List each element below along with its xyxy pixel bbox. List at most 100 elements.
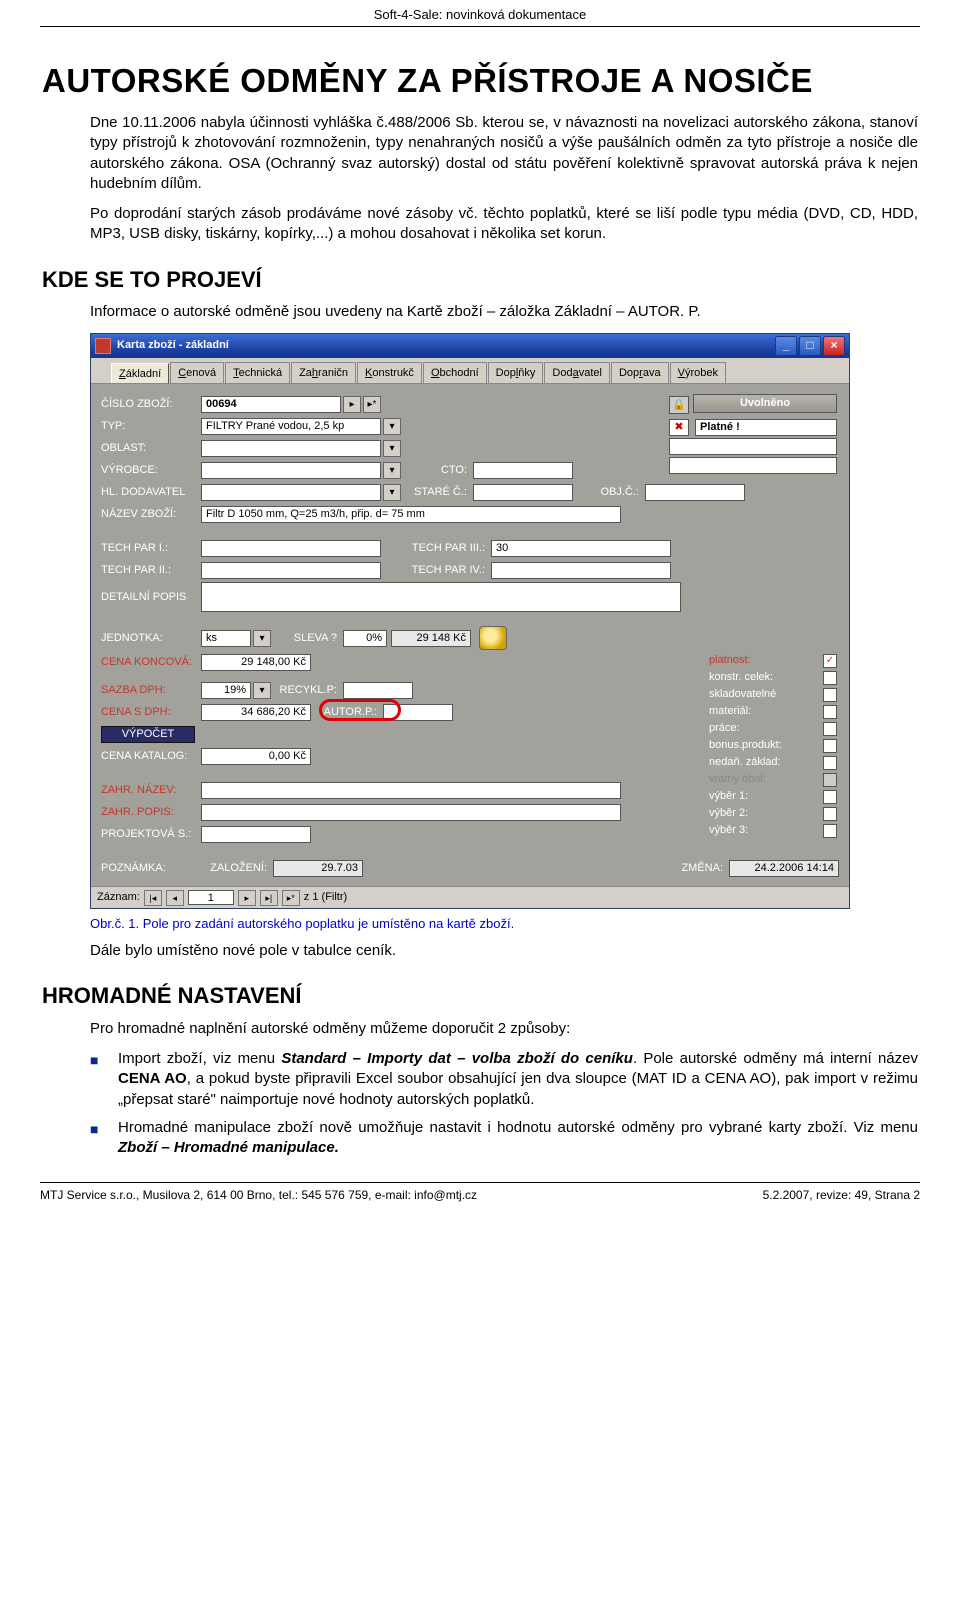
- vypocet-button[interactable]: VÝPOČET: [101, 726, 195, 743]
- status-field-2[interactable]: [669, 457, 837, 474]
- bullet-2: Hromadné manipulace zboží nově umožňuje …: [90, 1118, 918, 1159]
- lbl-vratny: vratný obal:: [709, 772, 766, 787]
- form-area: 🔒 Uvolněno ✖ Platné ! ČÍSLO ZBOŽÍ: 00694…: [91, 383, 849, 886]
- oblast-dropdown-icon[interactable]: ▾: [383, 440, 401, 457]
- tp4-input[interactable]: [491, 562, 671, 579]
- autor-input[interactable]: [383, 704, 453, 721]
- lbl-zaloz: ZALOŽENÍ:: [201, 861, 273, 876]
- hldod-dropdown-icon[interactable]: ▾: [383, 484, 401, 501]
- lbl-prace: práce:: [709, 721, 740, 736]
- tab-zahranicn[interactable]: Zahraničn: [291, 362, 356, 384]
- nazev-input[interactable]: Filtr D 1050 mm, Q=25 m3/h, přip. d= 75 …: [201, 506, 621, 523]
- stare-input[interactable]: [473, 484, 573, 501]
- katalog-input[interactable]: 0,00 Kč: [201, 748, 311, 765]
- chk-platnost[interactable]: [823, 654, 837, 668]
- lbl-sklad: skladovatelné: [709, 687, 776, 702]
- tab-doprava[interactable]: Doprava: [611, 362, 669, 384]
- heading-kde: KDE SE TO PROJEVÍ: [42, 265, 918, 295]
- nav-next-icon[interactable]: ▸*: [363, 396, 381, 413]
- detail-input[interactable]: [201, 582, 681, 612]
- lbl-dph: SAZBA DPH:: [101, 683, 201, 698]
- lbl-tp3: TECH PAR III.:: [381, 541, 491, 556]
- tab-vyrobek[interactable]: Výrobek: [670, 362, 726, 384]
- tab-doplnky[interactable]: Doplňky: [488, 362, 544, 384]
- lbl-zmena: ZMĚNA:: [657, 861, 729, 876]
- zp-input[interactable]: [201, 804, 621, 821]
- tp3-input[interactable]: 30: [491, 540, 671, 557]
- page-footer: MTJ Service s.r.o., Musilova 2, 614 00 B…: [40, 1182, 920, 1217]
- app-window: Karta zboží - základní _ □ × Základní Ce…: [90, 333, 850, 910]
- chk-bonus[interactable]: [823, 739, 837, 753]
- status-field-1[interactable]: [669, 438, 837, 455]
- platne-status: Platné !: [695, 419, 837, 436]
- lbl-sleva: SLEVA ?: [271, 631, 343, 646]
- nav-prev-button[interactable]: ◂: [166, 890, 184, 906]
- chk-sklad[interactable]: [823, 688, 837, 702]
- lbl-recykl: RECYKL.P:: [271, 683, 343, 698]
- zn-input[interactable]: [201, 782, 621, 799]
- oblast-input[interactable]: [201, 440, 381, 457]
- uvolneno-button[interactable]: Uvolněno: [693, 394, 837, 413]
- chk-v2[interactable]: [823, 807, 837, 821]
- tab-dodavatel[interactable]: Dodavatel: [544, 362, 610, 384]
- objc-input[interactable]: [645, 484, 745, 501]
- zaloz-field: 29.7.03: [273, 860, 363, 877]
- nav-new-button[interactable]: ▸*: [282, 890, 300, 906]
- chk-prace[interactable]: [823, 722, 837, 736]
- koncova-input[interactable]: 29 148,00 Kč: [201, 654, 311, 671]
- maximize-button[interactable]: □: [799, 336, 821, 356]
- nav-prev-icon[interactable]: ▸: [343, 396, 361, 413]
- proj-input[interactable]: [201, 826, 311, 843]
- sdph-input[interactable]: 34 686,20 Kč: [201, 704, 311, 721]
- lbl-tp1: TECH PAR I.:: [101, 541, 201, 556]
- lock-icon: 🔒: [669, 396, 689, 414]
- lbl-platnost: platnost:: [709, 653, 751, 668]
- vyrobce-dropdown-icon[interactable]: ▾: [383, 462, 401, 479]
- chk-kcelek[interactable]: [823, 671, 837, 685]
- cislo-input[interactable]: 00694: [201, 396, 341, 413]
- nav-last-button[interactable]: ▸|: [260, 890, 278, 906]
- dph-input[interactable]: 19%: [201, 682, 251, 699]
- kde-text: Informace o autorské odměně jsou uvedeny…: [90, 302, 918, 322]
- intro-para-2: Po doprodání starých zásob prodáváme nov…: [90, 204, 918, 245]
- chk-v1[interactable]: [823, 790, 837, 804]
- window-title: Karta zboží - základní: [117, 338, 229, 353]
- tp1-input[interactable]: [201, 540, 381, 557]
- jednotka-dropdown-icon[interactable]: ▾: [253, 630, 271, 647]
- tab-obchodni[interactable]: Obchodní: [423, 362, 487, 384]
- typ-input[interactable]: FILTRY Prané vodou, 2,5 kp: [201, 418, 381, 435]
- tab-zakladni[interactable]: Základní: [111, 363, 169, 385]
- minimize-button[interactable]: _: [775, 336, 797, 356]
- lbl-katalog: CENA KATALOG:: [101, 749, 201, 764]
- chk-nedan[interactable]: [823, 756, 837, 770]
- nav-next-button[interactable]: ▸: [238, 890, 256, 906]
- app-icon: [95, 338, 111, 354]
- nav-first-button[interactable]: |◂: [144, 890, 162, 906]
- lbl-tp2: TECH PAR II.:: [101, 563, 201, 578]
- lbl-detail: DETAILNÍ POPIS: [101, 590, 201, 605]
- sleva-input[interactable]: 0%: [343, 630, 387, 647]
- lbl-hldod: HL. DODAVATEL: [101, 485, 201, 500]
- vyrobce-input[interactable]: [201, 462, 381, 479]
- lbl-tp4: TECH PAR IV.:: [381, 563, 491, 578]
- footer-left: MTJ Service s.r.o., Musilova 2, 614 00 B…: [40, 1187, 477, 1203]
- hldod-input[interactable]: [201, 484, 381, 501]
- jednotka-input[interactable]: ks: [201, 630, 251, 647]
- tab-technicka[interactable]: Technická: [225, 362, 290, 384]
- lbl-bonus: bonus.produkt:: [709, 738, 782, 753]
- record-nav: Záznam: |◂ ◂ 1 ▸ ▸| ▸* z 1 (Filtr): [91, 886, 849, 908]
- bullet-1: Import zboží, viz menu Standard – Import…: [90, 1049, 918, 1110]
- page-header: Soft-4-Sale: novinková dokumentace: [40, 0, 920, 27]
- chk-v3[interactable]: [823, 824, 837, 838]
- recykl-input[interactable]: [343, 682, 413, 699]
- intro-para-1: Dne 10.11.2006 nabyla účinnosti vyhláška…: [90, 113, 918, 194]
- cto-input[interactable]: [473, 462, 573, 479]
- tab-konstrukc[interactable]: Konstrukč: [357, 362, 422, 384]
- tp2-input[interactable]: [201, 562, 381, 579]
- lbl-cislo: ČÍSLO ZBOŽÍ:: [101, 397, 201, 412]
- close-button[interactable]: ×: [823, 336, 845, 356]
- typ-dropdown-icon[interactable]: ▾: [383, 418, 401, 435]
- nav-current[interactable]: 1: [188, 890, 234, 905]
- dph-dropdown-icon[interactable]: ▾: [253, 682, 271, 699]
- tab-cenova[interactable]: Cenová: [170, 362, 224, 384]
